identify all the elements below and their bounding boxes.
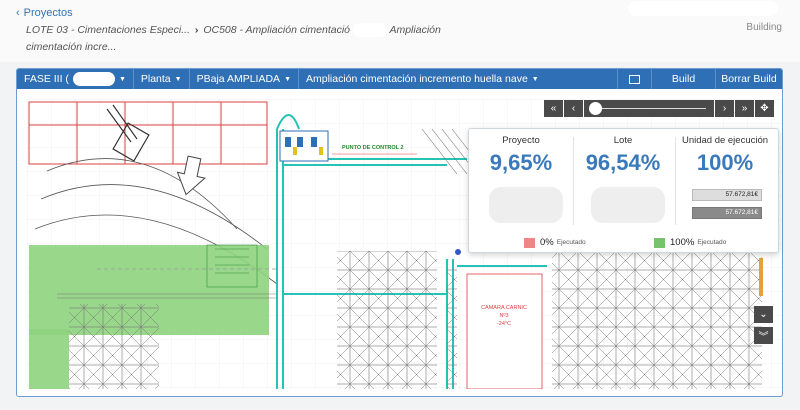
next-icon[interactable]: › [715,100,734,117]
legend-label: Ejecutado [556,239,586,246]
plan-toolbar: FASE III ( ▼ Planta ▼ PBaja AMPLIADA ▼ A… [17,69,782,89]
storage-rack-block [337,251,437,389]
storage-rack-block [69,304,159,389]
clear-build-button[interactable]: Borrar Build [715,69,782,89]
last-icon[interactable]: » [735,100,754,117]
proyecto-percent: 9,65% [489,150,553,175]
amount-bar: 57.672,81€ [692,189,762,201]
storage-rack-block [552,249,762,389]
redacted-block [489,187,563,223]
breadcrumb-lote[interactable]: LOTE 03 - Cimentaciones Especi... [26,24,190,36]
legend-swatch [654,237,665,248]
level-dropdown[interactable]: PBaja AMPLIADA ▼ [190,69,299,89]
building-label: Building [746,22,782,33]
unidad-percent: 100% [696,150,754,175]
view-label: Planta [140,73,171,85]
phase-label: FASE III ( [24,73,69,85]
redacted-block [72,72,115,86]
chevron-down-icon[interactable]: ⌄ [754,306,773,323]
clear-build-label: Borrar Build [721,73,777,85]
redacted-block [628,1,778,16]
progress-summary-card: Proyecto 9,65% Lote 96,54% Unidad de eje… [468,128,779,253]
control-point-label: PUNTO DE CONTROL 2 [342,145,404,151]
legend-item-1: 100% Ejecutado [654,237,726,248]
legend-value: 0% [540,237,554,248]
image-button[interactable] [617,69,651,89]
redacted-block [352,23,387,38]
plan-navigation: « ‹ › » ✥ [544,100,774,117]
breadcrumb-ampliacion[interactable]: Ampliación [389,24,440,36]
caret-down-icon: ▼ [284,75,291,83]
room-temp: -24°C [497,321,511,327]
room-name: CAMARA CARNIC [481,305,527,311]
zoom-level-bar [759,258,763,296]
build-label: Build [671,73,696,85]
proyecto-column: Proyecto 9,65% [473,135,569,176]
proyecto-title: Proyecto [502,135,540,146]
redacted-block [591,187,665,223]
breadcrumb-continuation[interactable]: cimentación incre... [26,41,116,53]
unidad-column: Unidad de ejecución 100% [677,135,773,176]
slider-handle[interactable] [589,102,603,115]
amount-bar: 57.672,81€ [692,207,762,219]
level-label: PBaja AMPLIADA [196,73,281,85]
app-root: ‹ Proyectos LOTE 03 - Cimentaciones Espe… [0,0,800,410]
image-icon [629,74,640,84]
lote-column: Lote 96,54% [575,135,671,176]
previous-icon[interactable]: ‹ [564,100,583,117]
build-button[interactable]: Build [651,69,715,89]
phase-dropdown[interactable]: FASE III ( ▼ [17,69,134,89]
caret-down-icon: ▼ [174,75,182,83]
room-number: Nº3 [499,312,508,319]
double-chevron-down-icon[interactable]: ︾ [754,327,773,344]
legend-label: Ejecutado [697,239,727,246]
lote-percent: 96,54% [585,150,661,175]
move-icon[interactable]: ✥ [755,100,774,117]
legend-swatch [524,237,535,248]
first-icon[interactable]: « [544,100,563,117]
task-label: Ampliación cimentación incremento huella… [306,73,528,85]
breadcrumb-oc[interactable]: OC508 - Ampliación cimentació [203,24,350,36]
caret-down-icon: ▼ [118,75,126,83]
task-dropdown[interactable]: Ampliación cimentación incremento huella… [299,69,546,89]
back-label: Proyectos [23,7,73,19]
caret-down-icon: ▼ [531,75,539,83]
chevron-left-icon: ‹ [16,7,20,19]
legend-value: 100% [670,237,695,248]
lote-title: Lote [613,135,633,146]
legend-item-0: 0% Ejecutado [524,237,586,248]
unidad-title: Unidad de ejecución [681,135,769,146]
chevron-right-icon: › [194,24,199,36]
zoom-slider[interactable] [584,100,714,117]
back-to-projects-link[interactable]: ‹ Proyectos [16,7,73,19]
side-controls-bottom: ⌄ ︾ [754,306,773,344]
view-dropdown[interactable]: Planta ▼ [134,69,190,89]
breadcrumb: LOTE 03 - Cimentaciones Especi... › OC50… [26,22,546,56]
header: ‹ Proyectos LOTE 03 - Cimentaciones Espe… [0,0,800,62]
